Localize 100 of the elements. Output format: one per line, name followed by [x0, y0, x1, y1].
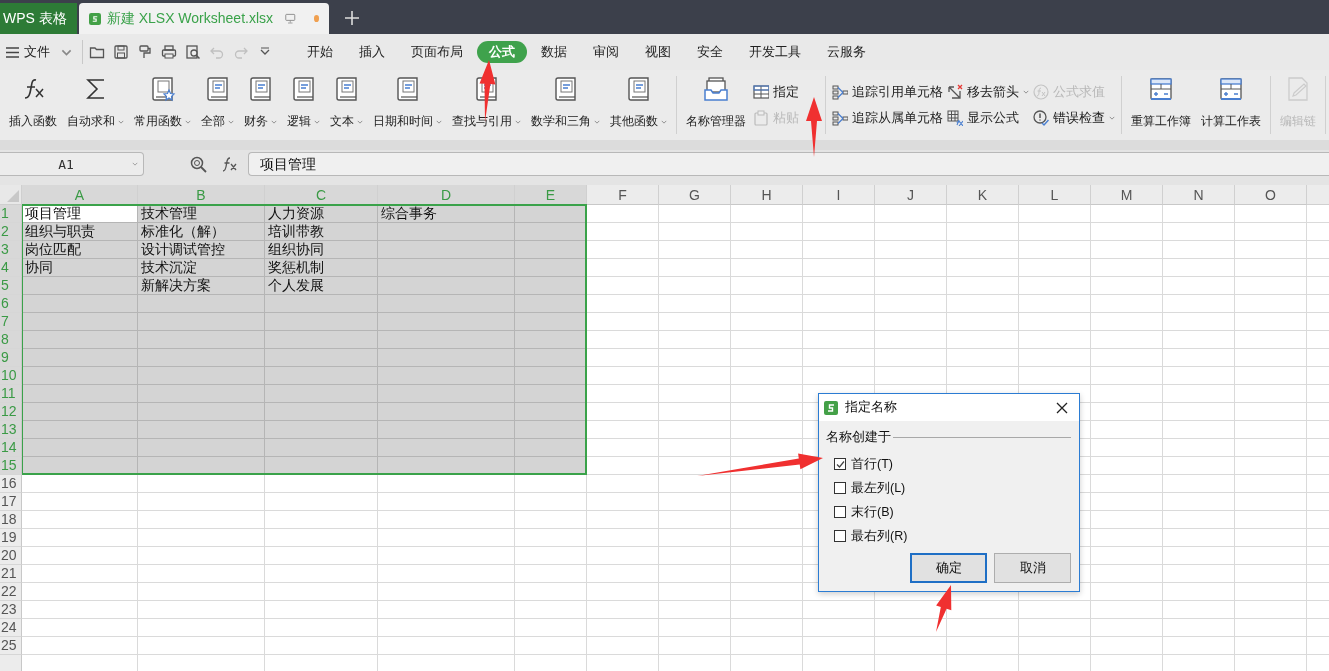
column-header[interactable]: K	[947, 185, 1019, 205]
row-header[interactable]: 17	[0, 493, 22, 511]
row-header[interactable]: 25	[0, 637, 22, 655]
ribbon-button[interactable]: 文本	[325, 74, 368, 134]
dialog-title: 指定名称	[845, 399, 898, 416]
column-header[interactable]: L	[1019, 185, 1091, 205]
document-edit-icon	[1285, 76, 1311, 102]
document-title: 新建 XLSX Worksheet.xlsx	[106, 9, 274, 28]
ribbon-tab[interactable]: 开始	[295, 41, 345, 63]
ok-button[interactable]: 确定	[910, 553, 987, 583]
column-header[interactable]: M	[1091, 185, 1163, 205]
checkbox[interactable]	[834, 506, 846, 518]
column-header[interactable]: J	[875, 185, 947, 205]
error-check-icon	[1033, 110, 1049, 126]
table-cell[interactable]: 新解决方案	[138, 277, 265, 295]
ribbon-button[interactable]: 日期和时间	[368, 74, 447, 134]
column-header[interactable]: N	[1163, 185, 1235, 205]
ribbon-button[interactable]: 数学和三角	[526, 74, 605, 134]
table-cell[interactable]: 奖惩机制	[265, 259, 378, 277]
table-cell[interactable]: 设计调试管控	[138, 241, 265, 259]
checkbox-label[interactable]: 最左列(L)	[851, 479, 906, 497]
checkbox-label[interactable]: 末行(B)	[851, 503, 894, 521]
table-cell[interactable]: 技术管理	[138, 205, 265, 223]
folder-icon[interactable]	[89, 44, 105, 60]
ribbon-tab[interactable]: 数据	[529, 41, 579, 63]
file-menu[interactable]: 文件	[0, 39, 78, 65]
tray-icon	[703, 76, 729, 102]
checkbox[interactable]	[834, 458, 846, 470]
ribbon-button[interactable]: 自动求和	[62, 74, 129, 134]
table-cell[interactable]: 组织与职责	[22, 223, 138, 241]
row-header[interactable]: 19	[0, 529, 22, 547]
row-header[interactable]: 22	[0, 583, 22, 601]
format-painter-icon[interactable]	[137, 44, 153, 60]
row-header[interactable]: 18	[0, 511, 22, 529]
ribbon-button[interactable]: 移去箭头	[945, 80, 1031, 104]
ribbon-button[interactable]: 名称管理器	[681, 74, 751, 134]
table-cell[interactable]: 岗位匹配	[22, 241, 138, 259]
table-icon	[753, 84, 769, 100]
ribbon-button[interactable]: 插入函数	[4, 74, 62, 134]
row-header[interactable]: 16	[0, 475, 22, 493]
trace-arrows-icon	[832, 110, 848, 126]
book-icon	[333, 76, 360, 102]
ribbon-button[interactable]: 计算工作表	[1196, 74, 1266, 134]
ribbon-button[interactable]: 常用函数	[129, 74, 196, 134]
caret-icon	[61, 48, 72, 56]
menu-icon	[6, 46, 19, 58]
print-icon[interactable]	[161, 44, 177, 60]
book-icon	[394, 76, 421, 102]
save-icon[interactable]	[113, 44, 129, 60]
ribbon-button[interactable]: 其他函数	[605, 74, 672, 134]
checkbox[interactable]	[834, 530, 846, 542]
book-icon	[552, 76, 579, 102]
ribbon-tab[interactable]: 审阅	[581, 41, 631, 63]
column-header[interactable]: O	[1235, 185, 1307, 205]
zoom-icon[interactable]	[190, 155, 207, 173]
column-header[interactable]: H	[731, 185, 803, 205]
column-header[interactable]: F	[587, 185, 659, 205]
row-header[interactable]: 23	[0, 601, 22, 619]
table-cell[interactable]: 项目管理	[23, 206, 137, 222]
table-cell[interactable]: 协同	[22, 259, 138, 277]
checkbox-label[interactable]: 最右列(R)	[851, 527, 908, 545]
table-cell[interactable]: 综合事务	[378, 205, 515, 223]
remove-arrows-icon	[947, 84, 963, 100]
ribbon-tab[interactable]: 安全	[685, 41, 735, 63]
row-header[interactable]: 20	[0, 547, 22, 565]
ribbon-tab[interactable]: 页面布局	[399, 41, 475, 63]
column-header[interactable]: I	[803, 185, 875, 205]
function-icon[interactable]	[221, 155, 238, 173]
trace-arrows-icon	[832, 84, 848, 100]
table-cell[interactable]: 组织协同	[265, 241, 378, 259]
ribbon-button[interactable]: 指定	[751, 80, 801, 104]
ribbon-tab[interactable]: 视图	[633, 41, 683, 63]
ribbon-tab[interactable]: 开发工具	[737, 41, 813, 63]
ribbon-button[interactable]: 重算工作簿	[1126, 74, 1196, 134]
ribbon-button[interactable]: 显示公式	[945, 106, 1031, 130]
ribbon-button[interactable]: 全部	[196, 74, 239, 134]
checkbox[interactable]	[834, 482, 846, 494]
formula-field[interactable]: 项目管理	[248, 152, 1329, 176]
ribbon-button[interactable]: 逻辑	[282, 74, 325, 134]
new-tab-icon[interactable]	[344, 11, 359, 25]
ribbon-tab[interactable]: 云服务	[815, 41, 878, 63]
app-tab[interactable]: WPS 表格	[0, 3, 77, 34]
cancel-button[interactable]: 取消	[994, 553, 1071, 583]
ribbon-button[interactable]: 财务	[239, 74, 282, 134]
table-cell[interactable]: 技术沉淀	[138, 259, 265, 277]
checkbox-label[interactable]: 首行(T)	[851, 455, 893, 473]
table-cell[interactable]: 培训带教	[265, 223, 378, 241]
ribbon-tab[interactable]: 插入	[347, 41, 397, 63]
row-header[interactable]: 21	[0, 565, 22, 583]
row-header[interactable]: 24	[0, 619, 22, 637]
ribbon-button[interactable]: 追踪从属单元格	[830, 106, 945, 130]
table-cell[interactable]: 标准化（解）	[138, 223, 265, 241]
table-cell[interactable]: 个人发展	[265, 277, 378, 295]
print-preview-icon[interactable]	[185, 44, 201, 60]
name-box[interactable]: A1	[0, 152, 144, 176]
sheet-icon	[88, 10, 101, 27]
column-header[interactable]: G	[659, 185, 731, 205]
ribbon-button[interactable]: 错误检查	[1031, 106, 1117, 130]
table-cell[interactable]: 人力资源	[265, 205, 378, 223]
ribbon-button[interactable]: 追踪引用单元格	[830, 80, 945, 104]
